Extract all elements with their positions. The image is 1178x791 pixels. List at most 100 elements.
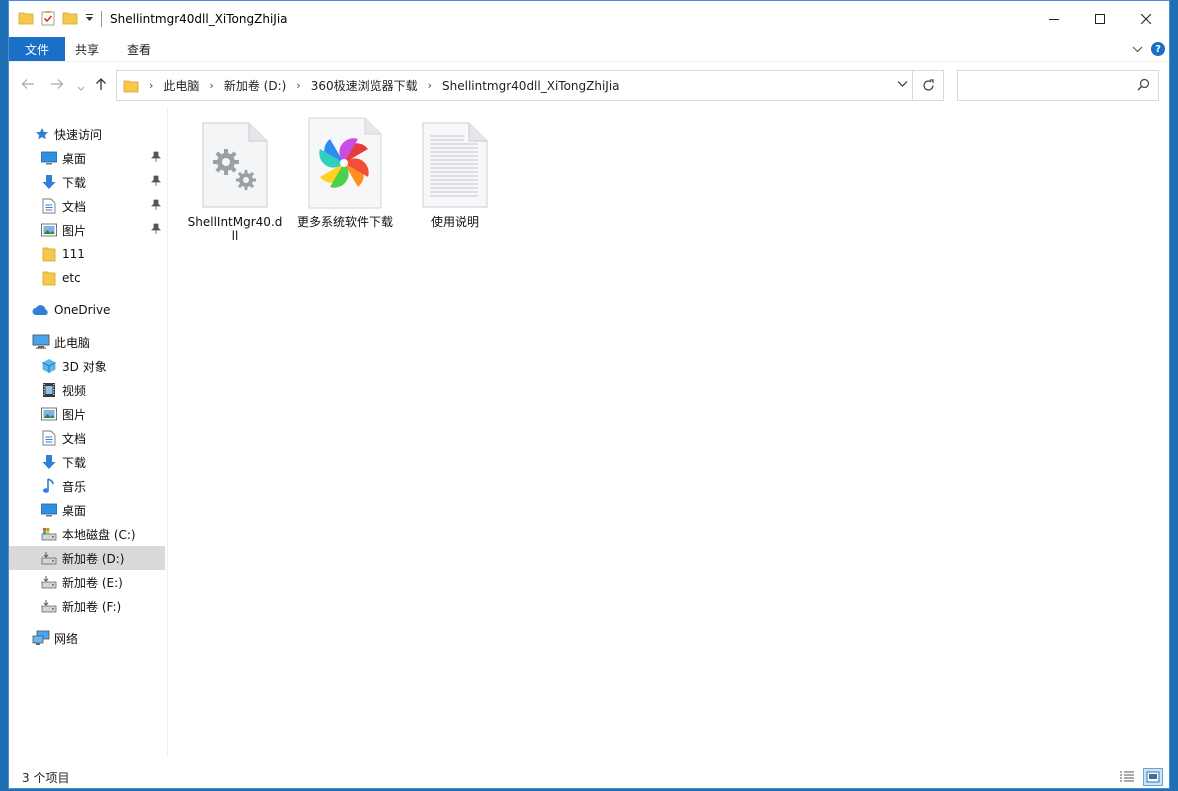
sidebar-item-drive-f[interactable]: 新加卷 (F:) (9, 594, 165, 618)
breadcrumb-chevron-icon[interactable]: › (428, 79, 432, 92)
address-dropdown-chevron-icon[interactable] (897, 78, 908, 91)
explorer-window: Shellintmgr40dll_XiTongZhiJia 文件 主页 共享 查… (8, 0, 1170, 789)
breadcrumb-drive-d[interactable]: 新加卷 (D:) (224, 77, 286, 94)
forward-button[interactable] (50, 76, 64, 94)
breadcrumb-chevron-icon[interactable]: › (209, 79, 213, 92)
pin-icon[interactable] (151, 175, 161, 190)
download-icon (40, 173, 58, 191)
sidebar-item-label: 111 (62, 247, 85, 261)
video-icon (40, 381, 58, 399)
breadcrumb-chevron-icon[interactable]: › (149, 79, 153, 92)
sidebar-item-network[interactable]: 网络 (9, 626, 165, 650)
browser-shortcut-icon (305, 115, 385, 211)
toolbar-separator (101, 11, 102, 27)
breadcrumb-current-folder[interactable]: Shellintmgr40dll_XiTongZhiJia (442, 79, 620, 93)
sidebar-item-music[interactable]: 音乐 (9, 474, 165, 498)
pane-divider[interactable] (167, 107, 168, 757)
file-item-shortcut[interactable]: 更多系统软件下载 (295, 115, 395, 229)
expand-ribbon-chevron-icon[interactable] (1132, 42, 1143, 56)
sidebar-item-desktop[interactable]: 桌面 (9, 498, 165, 522)
breadcrumb-downloads-folder[interactable]: 360极速浏览器下载 (311, 77, 418, 94)
large-icons-view-icon[interactable] (1143, 768, 1163, 786)
navigation-pane: 快速访问 桌面 下载 文档 图片 111 etc OneDrive 此电脑 3D… (9, 111, 165, 755)
file-name: 更多系统软件下载 (297, 215, 394, 229)
music-icon (40, 477, 58, 495)
pin-icon[interactable] (151, 151, 161, 166)
sidebar-item-folder-111[interactable]: 111 (9, 242, 165, 266)
address-bar[interactable]: › 此电脑 › 新加卷 (D:) › 360极速浏览器下载 › Shellint… (116, 70, 913, 101)
sidebar-item-documents[interactable]: 文档 (9, 194, 165, 218)
details-view-icon[interactable] (1117, 768, 1137, 786)
drive-icon (40, 525, 58, 543)
sidebar-item-downloads[interactable]: 下载 (9, 170, 165, 194)
sidebar-item-pictures[interactable]: 图片 (9, 218, 165, 242)
folder-icon (18, 10, 34, 29)
pin-icon[interactable] (151, 223, 161, 238)
sidebar-item-folder-etc[interactable]: etc (9, 266, 165, 290)
star-icon (33, 125, 51, 143)
tab-file[interactable]: 文件 (9, 37, 65, 61)
3d-objects-icon (40, 357, 58, 375)
sidebar-item-label: etc (62, 271, 81, 285)
customize-toolbar-icon[interactable] (85, 12, 94, 26)
quick-access-toolbar: Shellintmgr40dll_XiTongZhiJia (18, 1, 288, 37)
breadcrumb-this-pc[interactable]: 此电脑 (163, 77, 199, 94)
minimize-button[interactable] (1031, 1, 1077, 37)
maximize-button[interactable] (1077, 1, 1123, 37)
sidebar-item-label: 新加卷 (E:) (62, 575, 123, 590)
back-button[interactable] (21, 76, 35, 94)
sidebar-item-onedrive[interactable]: OneDrive (9, 298, 165, 322)
sidebar-item-3d-objects[interactable]: 3D 对象 (9, 354, 165, 378)
recent-locations-chevron-icon[interactable] (77, 78, 85, 96)
sidebar-item-this-pc[interactable]: 此电脑 (9, 330, 165, 354)
search-icon[interactable] (1137, 78, 1150, 94)
file-name: 使用说明 (430, 215, 479, 229)
properties-icon[interactable] (41, 10, 55, 29)
close-button[interactable] (1123, 1, 1169, 37)
sidebar-item-drive-c[interactable]: 本地磁盘 (C:) (9, 522, 165, 546)
new-folder-icon[interactable] (62, 10, 78, 29)
sidebar-item-documents[interactable]: 文档 (9, 426, 165, 450)
pictures-icon (40, 405, 58, 423)
file-name: ShellIntMgr40.dll (187, 215, 283, 243)
desktop-icon (40, 501, 58, 519)
sidebar-item-drive-e[interactable]: 新加卷 (E:) (9, 570, 165, 594)
sidebar-item-drive-d[interactable]: 新加卷 (D:) (9, 546, 165, 570)
help-button[interactable]: ? (1151, 42, 1165, 56)
sidebar-item-label: OneDrive (54, 303, 111, 317)
sidebar-item-pictures[interactable]: 图片 (9, 402, 165, 426)
search-box[interactable] (957, 70, 1159, 101)
sidebar-item-downloads[interactable]: 下载 (9, 450, 165, 474)
sidebar-item-label: 图片 (62, 223, 87, 238)
file-item-readme[interactable]: 使用说明 (405, 119, 505, 229)
folder-icon (40, 245, 58, 263)
pin-icon[interactable] (151, 199, 161, 214)
sidebar-item-videos[interactable]: 视频 (9, 378, 165, 402)
sidebar-item-label: 3D 对象 (62, 359, 107, 374)
sidebar-item-label: 桌面 (62, 503, 87, 518)
sidebar-item-label: 新加卷 (F:) (62, 599, 122, 614)
tab-view[interactable]: 查看 (113, 37, 165, 61)
sidebar-item-quick-access[interactable]: 快速访问 (9, 122, 165, 146)
file-item-dll[interactable]: ShellIntMgr40.dll (185, 119, 285, 243)
pictures-icon (40, 221, 58, 239)
breadcrumb: › 此电脑 › 新加卷 (D:) › 360极速浏览器下载 › Shellint… (123, 71, 620, 100)
up-button[interactable] (95, 77, 107, 95)
refresh-button[interactable] (913, 70, 944, 101)
folder-icon (123, 78, 139, 94)
title-bar: Shellintmgr40dll_XiTongZhiJia (9, 1, 1169, 37)
breadcrumb-chevron-icon[interactable]: › (296, 79, 300, 92)
text-file-icon (415, 119, 495, 211)
sidebar-item-label: 下载 (62, 455, 87, 470)
search-input[interactable] (958, 71, 1128, 100)
cloud-icon (32, 301, 50, 319)
sidebar-item-label: 文档 (62, 431, 87, 446)
view-buttons (1117, 768, 1163, 786)
folder-icon (40, 269, 58, 287)
sidebar-item-label: 快速访问 (54, 127, 103, 142)
sidebar-item-desktop[interactable]: 桌面 (9, 146, 165, 170)
window-controls (1031, 1, 1169, 37)
sidebar-item-label: 网络 (54, 631, 79, 646)
tab-share[interactable]: 共享 (61, 37, 113, 61)
sidebar-item-label: 本地磁盘 (C:) (62, 527, 136, 542)
